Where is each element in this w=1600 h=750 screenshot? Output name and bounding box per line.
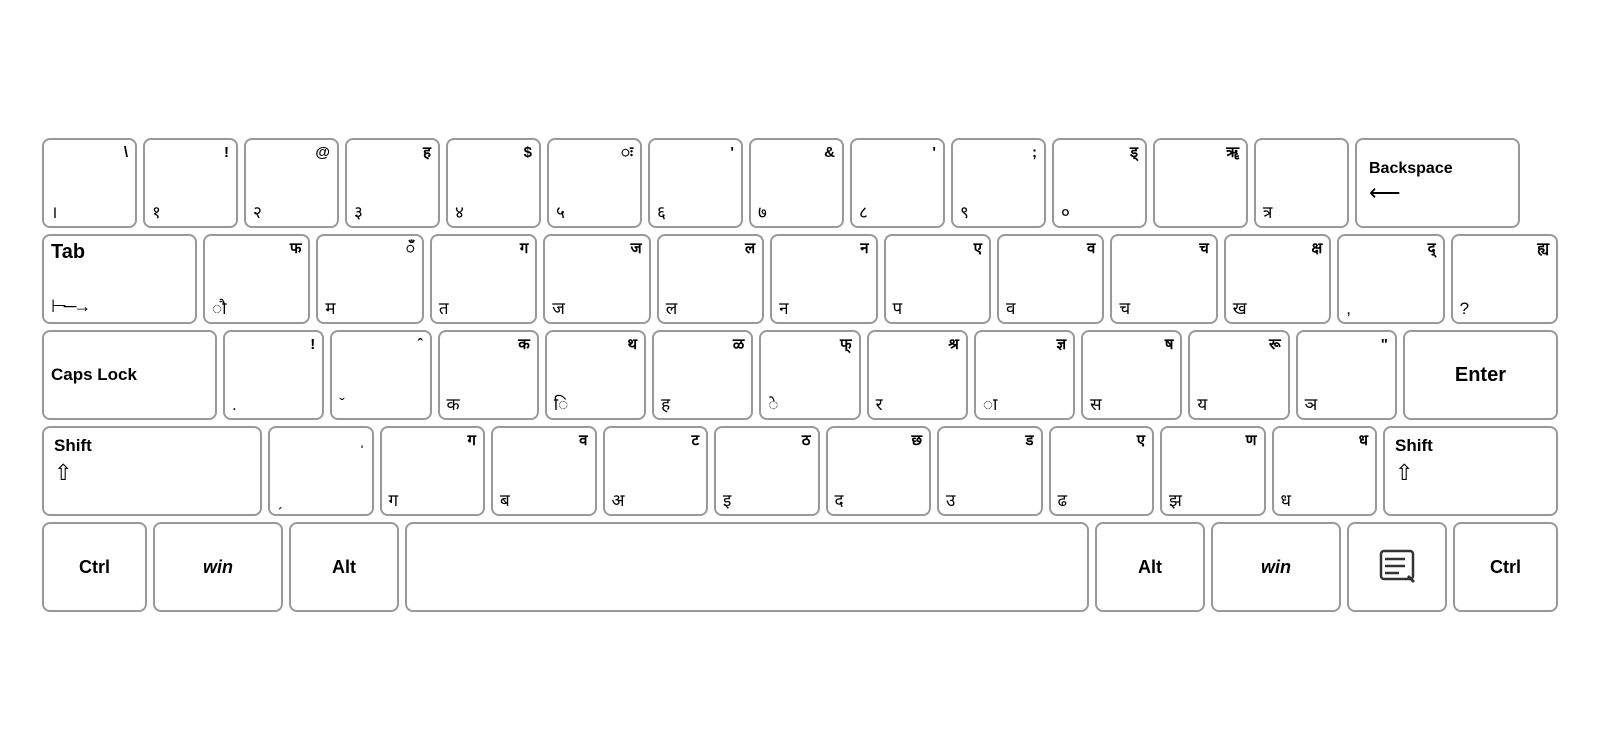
key-l[interactable]: ष स <box>1081 330 1182 420</box>
key-z[interactable]: ˌ ˏ <box>268 426 374 516</box>
key-v[interactable]: ट अ <box>603 426 709 516</box>
key-backspace[interactable]: Backspace ⟵ <box>1355 138 1520 228</box>
key-quote[interactable]: " ञ <box>1296 330 1397 420</box>
key-shift-left[interactable]: Shift ⇧ <box>42 426 262 516</box>
key-slash[interactable]: ध ध <box>1272 426 1378 516</box>
key-row-3: Caps Lock ! . ˆ ˇ क क थ ि ळ ह फ् े श्र र <box>42 330 1558 420</box>
key-k[interactable]: ज्ञ ा <box>974 330 1075 420</box>
key-c[interactable]: व ब <box>491 426 597 516</box>
key-3[interactable]: ह ३ <box>345 138 440 228</box>
key-row-4: Shift ⇧ ˌ ˏ ग ग व ब ट अ ठ इ छ द ड उ <box>42 426 1558 516</box>
key-b[interactable]: ठ इ <box>714 426 820 516</box>
key-t[interactable]: ल ल <box>657 234 764 324</box>
key-e[interactable]: ग त <box>430 234 537 324</box>
key-o[interactable]: च च <box>1110 234 1217 324</box>
keyboard: \ । ! १ @ २ ह ३ $ ४ ः ५ ' ६ & ७ <box>20 120 1580 630</box>
key-r[interactable]: ज ज <box>543 234 650 324</box>
key-equal[interactable]: त्र <box>1254 138 1349 228</box>
key-alt-right[interactable]: Alt <box>1095 522 1205 612</box>
key-9[interactable]: ; ९ <box>951 138 1046 228</box>
key-period[interactable]: ण झ <box>1160 426 1266 516</box>
key-6[interactable]: ' ६ <box>648 138 743 228</box>
key-capslock[interactable]: Caps Lock <box>42 330 217 420</box>
key-bracket-r[interactable]: ह्य ? <box>1451 234 1558 324</box>
key-a[interactable]: ! . <box>223 330 324 420</box>
key-row-1: \ । ! १ @ २ ह ३ $ ४ ः ५ ' ६ & ७ <box>42 138 1558 228</box>
key-p[interactable]: क्ष ख <box>1224 234 1331 324</box>
key-w[interactable]: ँ म <box>316 234 423 324</box>
key-j[interactable]: श्र र <box>867 330 968 420</box>
key-g[interactable]: ळ ह <box>652 330 753 420</box>
key-space[interactable] <box>405 522 1089 612</box>
key-2[interactable]: @ २ <box>244 138 339 228</box>
key-s[interactable]: ˆ ˇ <box>330 330 431 420</box>
key-comma[interactable]: ए ढ <box>1049 426 1155 516</box>
key-7[interactable]: & ७ <box>749 138 844 228</box>
key-enter[interactable]: Enter <box>1403 330 1558 420</box>
key-alt-left[interactable]: Alt <box>289 522 399 612</box>
key-h[interactable]: फ् े <box>759 330 860 420</box>
key-8[interactable]: ' ८ <box>850 138 945 228</box>
key-menu[interactable] <box>1347 522 1447 612</box>
key-f[interactable]: थ ि <box>545 330 646 420</box>
key-bracket-l[interactable]: द् , <box>1337 234 1444 324</box>
key-shift-right[interactable]: Shift ⇧ <box>1383 426 1558 516</box>
key-ctrl-left[interactable]: Ctrl <box>42 522 147 612</box>
key-backtick[interactable]: \ । <box>42 138 137 228</box>
key-u[interactable]: ए प <box>884 234 991 324</box>
key-row-5: Ctrl win Alt Alt win Ctrl <box>42 522 1558 612</box>
key-4[interactable]: $ ४ <box>446 138 541 228</box>
key-m[interactable]: ड उ <box>937 426 1043 516</box>
key-row-2: Tab ⊢─→ फ ौ ँ म ग त ज ज ल ल न न ए <box>42 234 1558 324</box>
key-0[interactable]: ड् ० <box>1052 138 1147 228</box>
key-x[interactable]: ग ग <box>380 426 486 516</box>
key-win-right[interactable]: win <box>1211 522 1341 612</box>
key-win-left[interactable]: win <box>153 522 283 612</box>
key-tab[interactable]: Tab ⊢─→ <box>42 234 197 324</box>
key-q[interactable]: फ ौ <box>203 234 310 324</box>
menu-icon <box>1377 549 1417 585</box>
key-1[interactable]: ! १ <box>143 138 238 228</box>
key-i[interactable]: व व <box>997 234 1104 324</box>
key-n[interactable]: छ द <box>826 426 932 516</box>
key-5[interactable]: ः ५ <box>547 138 642 228</box>
key-ctrl-right[interactable]: Ctrl <box>1453 522 1558 612</box>
key-y[interactable]: न न <box>770 234 877 324</box>
key-semicolon[interactable]: रू य <box>1188 330 1289 420</box>
key-minus[interactable]: ॠ <box>1153 138 1248 228</box>
key-d[interactable]: क क <box>438 330 539 420</box>
